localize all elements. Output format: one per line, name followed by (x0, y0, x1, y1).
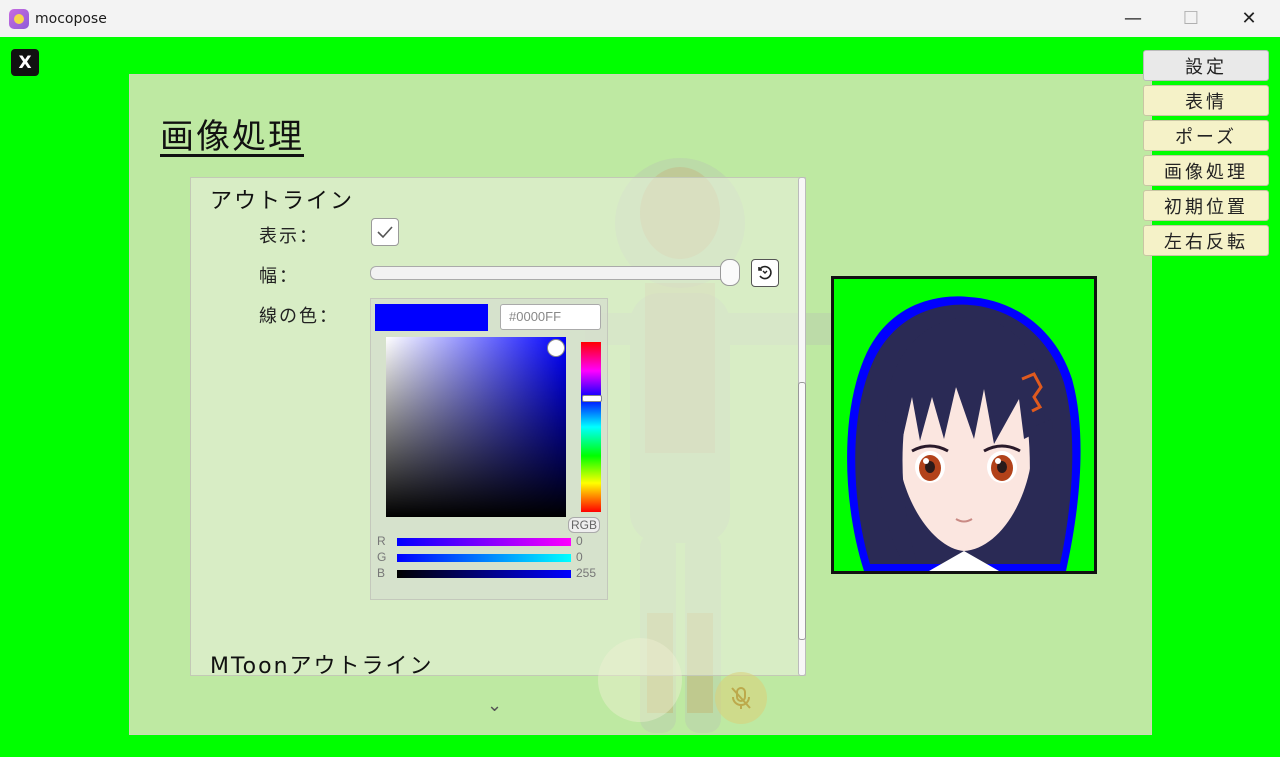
channel-g-value: 0 (576, 550, 583, 564)
chevron-down-icon[interactable]: ⌄ (487, 695, 502, 716)
width-label: 幅： (259, 266, 299, 287)
menu-initial-position-button[interactable]: 初期位置 (1143, 190, 1269, 221)
color-mode-toggle[interactable]: RGB (568, 517, 601, 533)
channel-b-label: B (377, 566, 386, 580)
reset-width-icon[interactable] (751, 259, 779, 287)
color-preview-swatch (375, 304, 488, 331)
color-picker: #0000FF RGB R 0 G 0 B 255 (370, 298, 608, 600)
hex-color-input[interactable]: #0000FF (500, 304, 601, 330)
move-joystick[interactable] (598, 638, 682, 722)
menu-image-processing-button[interactable]: 画像処理 (1143, 155, 1269, 186)
menu-mirror-button[interactable]: 左右反転 (1143, 225, 1269, 256)
scrollbar-thumb[interactable] (798, 382, 806, 640)
menu-expression-button[interactable]: 表情 (1143, 85, 1269, 116)
close-window-button[interactable]: ✕ (1220, 0, 1278, 36)
page-title: 画像処理 (160, 117, 304, 157)
hue-slider[interactable] (581, 342, 601, 512)
avatar-face-preview (847, 296, 1081, 571)
app-icon (9, 8, 29, 29)
channel-r-slider[interactable] (397, 538, 571, 546)
saturation-value-area[interactable] (386, 337, 566, 517)
hue-slider-handle[interactable] (582, 395, 602, 402)
menu-settings-button[interactable]: 設定 (1143, 50, 1269, 81)
line-color-label: 線の色： (259, 306, 339, 327)
mic-off-icon (731, 687, 751, 709)
title-bar: mocopose — ☐ ✕ (0, 0, 1280, 38)
channel-r-label: R (377, 534, 386, 548)
channel-g-slider[interactable] (397, 554, 571, 562)
mic-mute-icon[interactable] (715, 672, 767, 724)
outline-settings-scroll[interactable]: アウトライン 表示： 幅： 線の色： #0000FF RGB R 0 G 0 B… (190, 177, 806, 679)
outline-width-slider-handle[interactable] (720, 259, 740, 286)
outline-section-title: アウトライン (210, 189, 355, 214)
maximize-button[interactable]: ☐ (1162, 0, 1220, 36)
show-outline-checkbox[interactable] (371, 218, 399, 246)
minimize-button[interactable]: — (1104, 0, 1162, 36)
channel-r-value: 0 (576, 534, 583, 548)
window-title: mocopose (35, 10, 107, 27)
outline-preview (831, 276, 1097, 574)
show-label: 表示： (259, 226, 319, 247)
close-overlay-button[interactable]: X (11, 49, 39, 76)
channel-g-label: G (377, 550, 387, 564)
outline-width-slider[interactable] (370, 266, 734, 280)
menu-pose-button[interactable]: ポーズ (1143, 120, 1269, 151)
channel-b-slider[interactable] (397, 570, 571, 578)
channel-b-value: 255 (576, 566, 597, 580)
mtoon-section-title: MToonアウトライン (210, 654, 434, 679)
rotate-reset-icon (758, 265, 772, 280)
saturation-value-handle[interactable] (547, 339, 565, 357)
check-icon (377, 226, 393, 239)
